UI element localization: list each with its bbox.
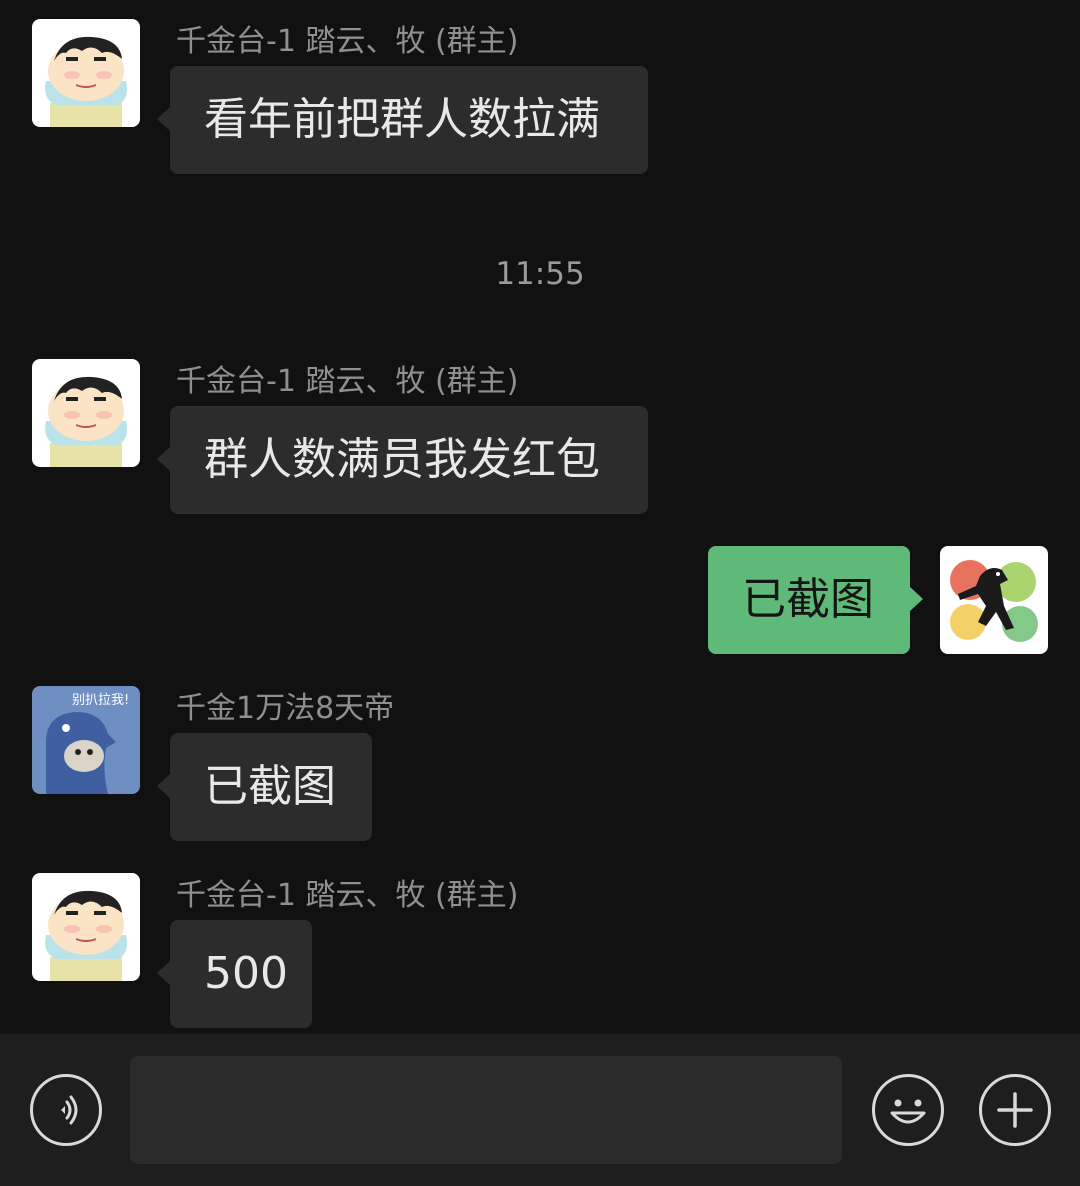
- sender-name: 千金台-1 踏云、牧 (群主): [176, 364, 519, 399]
- message-bubble[interactable]: 看年前把群人数拉满: [157, 66, 648, 174]
- avatar-self[interactable]: [940, 546, 1048, 654]
- chat-area[interactable]: 千金台-1 踏云、牧 (群主) 看年前把群人数拉满 11:55 千金台-1 踏云…: [0, 0, 1080, 1034]
- black-horse-icon: [940, 546, 1048, 654]
- shinchan-face-icon: [32, 19, 140, 127]
- blue-dinosaur-icon: 别扒拉我!: [32, 686, 140, 794]
- avatar-shinchan[interactable]: [32, 19, 140, 127]
- shinchan-face-icon: [32, 873, 140, 981]
- outgoing-message-bubble[interactable]: 已截图: [708, 546, 923, 654]
- voice-icon: [61, 1095, 78, 1125]
- avatar-shinchan[interactable]: [32, 359, 140, 467]
- sender-name: 千金台-1 踏云、牧 (群主): [176, 878, 519, 913]
- avatar-shinchan[interactable]: [32, 873, 140, 981]
- voice-button[interactable]: [30, 1074, 102, 1146]
- timestamp: 11:55: [495, 256, 585, 292]
- emoji-button[interactable]: [872, 1074, 944, 1146]
- plus-icon: [997, 1092, 1033, 1128]
- sender-name: 千金1万法8天帝: [176, 691, 395, 726]
- shinchan-face-icon: [32, 359, 140, 467]
- sender-name: 千金台-1 踏云、牧 (群主): [176, 24, 519, 59]
- more-button[interactable]: [979, 1074, 1051, 1146]
- input-bar: [0, 1034, 1080, 1186]
- message-input[interactable]: [130, 1056, 842, 1164]
- message-bubble[interactable]: 500: [157, 920, 312, 1028]
- message-bubble[interactable]: 已截图: [157, 733, 372, 841]
- message-bubble[interactable]: 群人数满员我发红包: [157, 406, 648, 514]
- sticker-text: 别扒拉我!: [72, 693, 129, 708]
- emoji-icon: [890, 1099, 926, 1124]
- avatar-dinosaur[interactable]: 别扒拉我!: [32, 686, 140, 794]
